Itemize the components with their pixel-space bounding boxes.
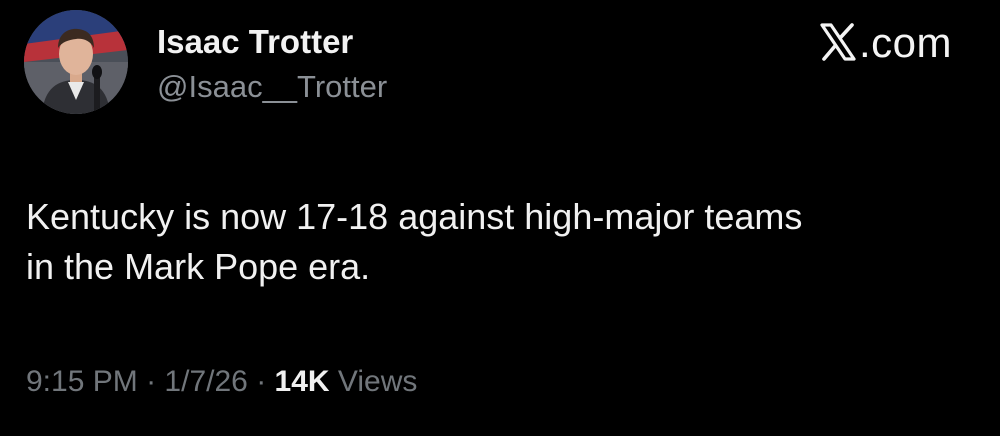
author-handle[interactable]: @Isaac__Trotter [157, 68, 387, 106]
tweet-text-line-2: in the Mark Pope era. [26, 246, 371, 287]
tweet-text-line-1: Kentucky is now 17-18 against high-major… [26, 196, 803, 237]
views-label: Views [337, 365, 418, 398]
views-count[interactable]: 14K [275, 365, 330, 398]
brand-watermark: .com [819, 20, 952, 66]
tweet-time[interactable]: 9:15 PM [26, 365, 138, 398]
avatar-photo-icon [24, 10, 128, 114]
meta-separator: · [146, 365, 157, 398]
tweet-date[interactable]: 1/7/26 [164, 365, 247, 398]
brand-domain-text: .com [858, 19, 952, 66]
tweet-card: Isaac Trotter @Isaac__Trotter .com Kentu… [0, 0, 1000, 436]
meta-separator: · [256, 365, 267, 398]
tweet-meta: 9:15 PM · 1/7/26 · 14K Views [26, 362, 417, 402]
tweet-body: Kentucky is now 17-18 against high-major… [26, 192, 966, 292]
author-avatar[interactable] [24, 10, 128, 114]
x-logo-icon [819, 20, 857, 64]
author-display-name[interactable]: Isaac Trotter [157, 22, 353, 62]
